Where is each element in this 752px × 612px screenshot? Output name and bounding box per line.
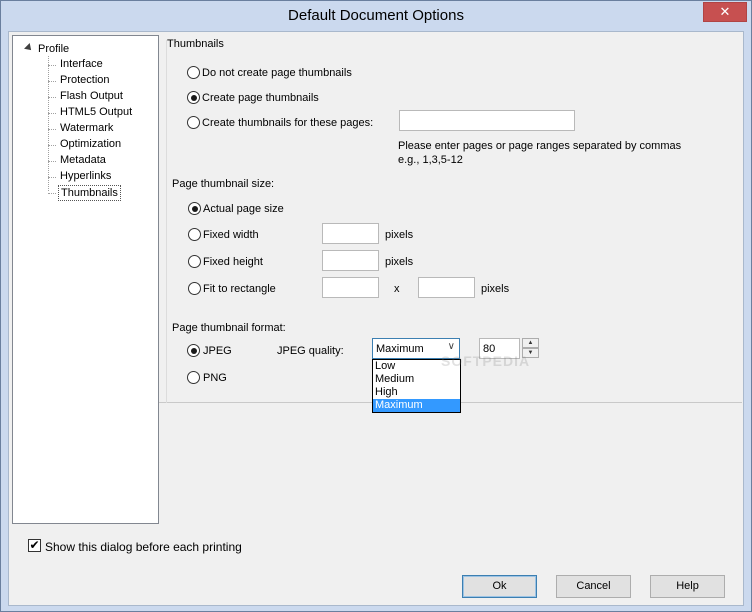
- checkmark-icon: ✔: [29, 538, 40, 552]
- spin-up-icon[interactable]: ▲: [522, 338, 539, 348]
- radio-these-pages-label[interactable]: Create thumbnails for these pages:: [202, 117, 373, 129]
- radio-create-thumbnails[interactable]: [187, 91, 200, 104]
- group-divider: [166, 40, 167, 403]
- fixed-height-input[interactable]: [322, 250, 379, 271]
- fixed-height-unit: pixels: [385, 256, 414, 268]
- radio-png-label[interactable]: PNG: [203, 372, 227, 384]
- radio-no-thumbnails[interactable]: [187, 66, 200, 79]
- radio-fixed-height-label[interactable]: Fixed height: [203, 256, 263, 268]
- expand-arrow-icon[interactable]: [24, 43, 34, 53]
- dropdown-option-high[interactable]: High: [373, 386, 460, 399]
- radio-jpeg-label[interactable]: JPEG: [203, 345, 232, 357]
- format-label: Page thumbnail format:: [172, 322, 286, 334]
- close-button[interactable]: ✕: [703, 2, 747, 22]
- thumbnails-group-title: Thumbnails: [167, 38, 224, 50]
- pages-hint-line2: e.g., 1,3,5-12: [398, 154, 463, 166]
- fit-height-input[interactable]: [418, 277, 475, 298]
- fit-unit: pixels: [481, 283, 510, 295]
- help-button[interactable]: Help: [650, 575, 725, 598]
- window-title: Default Document Options: [288, 7, 464, 24]
- pages-input[interactable]: [399, 110, 575, 131]
- radio-actual-size-label[interactable]: Actual page size: [203, 203, 284, 215]
- radio-png[interactable]: [187, 371, 200, 384]
- radio-fixed-height[interactable]: [188, 255, 201, 268]
- tree-item-label: Thumbnails: [58, 185, 121, 201]
- cancel-button[interactable]: Cancel: [556, 575, 631, 598]
- fit-separator: x: [394, 283, 400, 295]
- title-bar[interactable]: Default Document Options ✕: [1, 1, 751, 32]
- tree-item-label: Protection: [60, 74, 110, 86]
- thumbnails-panel: Thumbnails Do not create page thumbnails…: [159, 35, 742, 413]
- fixed-width-input[interactable]: [322, 223, 379, 244]
- jpeg-quality-selected: Maximum: [376, 343, 424, 355]
- tree-item-label: Flash Output: [60, 90, 123, 102]
- radio-jpeg[interactable]: [187, 344, 200, 357]
- close-icon: ✕: [719, 4, 731, 19]
- radio-actual-size[interactable]: [188, 202, 201, 215]
- tree-item-label: Optimization: [60, 138, 122, 150]
- jpeg-quality-label: JPEG quality:: [277, 345, 344, 357]
- radio-fit-rectangle[interactable]: [188, 282, 201, 295]
- tree-root-label: Profile: [38, 43, 70, 55]
- chevron-down-icon[interactable]: ∨: [448, 341, 455, 352]
- tree-item-label: Interface: [60, 58, 103, 70]
- dropdown-option-maximum[interactable]: Maximum: [373, 399, 460, 412]
- tree-item-label: Metadata: [60, 154, 106, 166]
- tree-item-label: HTML5 Output: [60, 106, 133, 118]
- radio-no-thumbnails-label[interactable]: Do not create page thumbnails: [202, 67, 352, 79]
- fit-width-input[interactable]: [322, 277, 379, 298]
- radio-create-thumbnails-label[interactable]: Create page thumbnails: [202, 92, 319, 104]
- dialog-window: Default Document Options ✕ Profile Inter…: [0, 0, 752, 612]
- ok-button[interactable]: Ok: [462, 575, 537, 598]
- tree-item-label: Watermark: [60, 122, 114, 134]
- dialog-client-area: Profile Interface Protection Flash Outpu…: [8, 31, 744, 606]
- radio-these-pages[interactable]: [187, 116, 200, 129]
- fixed-width-unit: pixels: [385, 229, 414, 241]
- tree-guide-line: [48, 56, 49, 191]
- radio-fixed-width[interactable]: [188, 228, 201, 241]
- radio-fit-rectangle-label[interactable]: Fit to rectangle: [203, 283, 276, 295]
- dropdown-option-medium[interactable]: Medium: [373, 373, 460, 386]
- radio-fixed-width-label[interactable]: Fixed width: [203, 229, 259, 241]
- settings-tree[interactable]: Profile Interface Protection Flash Outpu…: [12, 35, 159, 524]
- pages-hint-line1: Please enter pages or page ranges separa…: [398, 140, 682, 152]
- tree-item-label: Hyperlinks: [60, 170, 112, 182]
- size-label: Page thumbnail size:: [172, 178, 275, 190]
- watermark-logo: SOFTPEDIA: [441, 353, 531, 369]
- show-dialog-checkbox[interactable]: ✔: [28, 539, 41, 552]
- show-dialog-label[interactable]: Show this dialog before each printing: [45, 540, 242, 554]
